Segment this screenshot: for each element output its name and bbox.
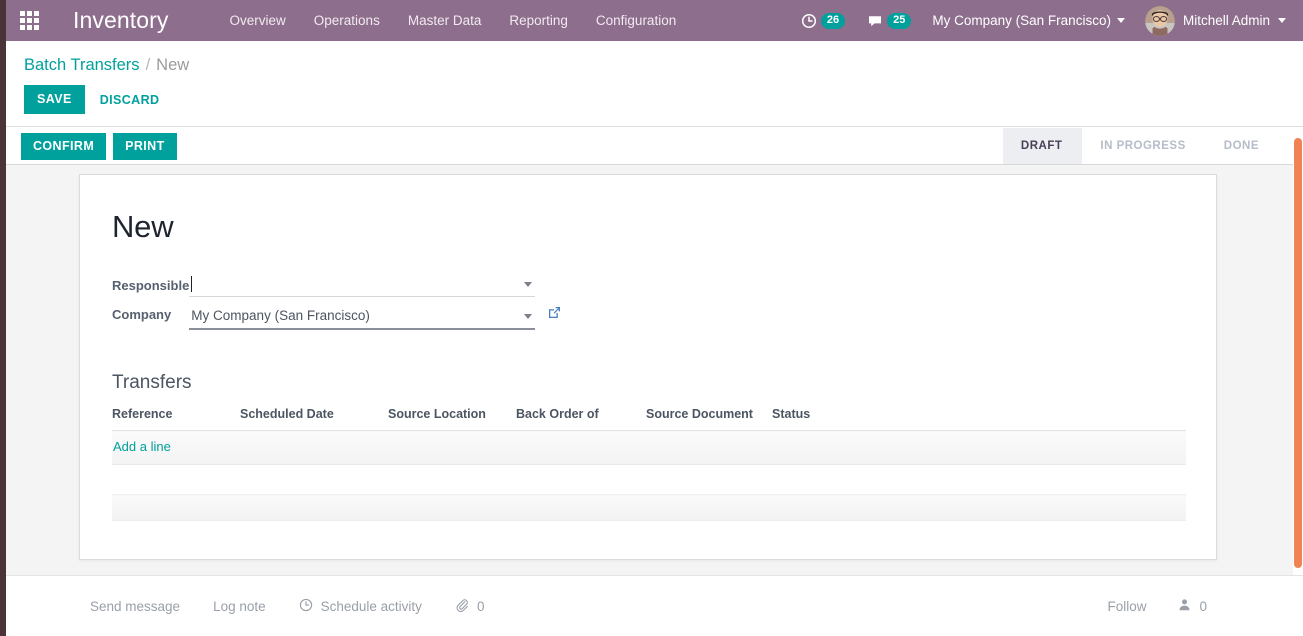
confirm-button[interactable]: CONFIRM: [21, 132, 107, 160]
paperclip-icon: [455, 598, 471, 614]
column-header-scheduled-date[interactable]: Scheduled Date: [240, 407, 388, 431]
save-button[interactable]: SAVE: [24, 85, 85, 114]
clock-icon: [299, 598, 315, 614]
menu-item-overview[interactable]: Overview: [216, 0, 300, 41]
app-brand-title[interactable]: Inventory: [73, 0, 169, 41]
send-message-button[interactable]: Send message: [90, 599, 180, 614]
text-cursor: [191, 276, 193, 292]
apps-menu-button[interactable]: [11, 0, 47, 41]
message-count-badge: 25: [887, 12, 912, 29]
transfers-section-title: Transfers: [112, 372, 192, 393]
followers-count: 0: [1199, 598, 1207, 614]
menu-item-reporting[interactable]: Reporting: [495, 0, 582, 41]
table-spacer-row: [112, 464, 1186, 495]
chevron-down-icon: [1116, 18, 1125, 23]
form-view-scroll-area: New Responsible Company My Company (San …: [6, 165, 1303, 575]
attachment-count: 0: [476, 598, 485, 614]
responsible-input[interactable]: [189, 273, 536, 296]
external-link-icon[interactable]: [547, 305, 562, 325]
breadcrumb: Batch Transfers / New: [6, 41, 1303, 75]
schedule-activity-label: Schedule activity: [320, 598, 422, 614]
chevron-down-icon[interactable]: [524, 314, 533, 319]
breadcrumb-current: New: [156, 56, 190, 74]
add-a-line-link[interactable]: Add a line: [112, 439, 171, 454]
form-fields: Responsible Company: [112, 271, 562, 330]
chatter-actions: Send message Log note Schedule activity …: [6, 598, 484, 614]
left-edge-rail: [0, 0, 6, 636]
company-label: Company: [112, 307, 172, 322]
status-stages: DRAFT IN PROGRESS DONE: [1002, 128, 1303, 164]
menu-item-operations[interactable]: Operations: [300, 0, 394, 41]
menu-item-configuration[interactable]: Configuration: [582, 0, 690, 41]
log-note-button[interactable]: Log note: [213, 599, 266, 614]
page-title: New: [112, 209, 174, 244]
attachments-button[interactable]: 0: [455, 598, 485, 614]
main-menu: Overview Operations Master Data Reportin…: [216, 0, 691, 41]
transfers-table: Reference Scheduled Date Source Location…: [112, 407, 1186, 521]
status-stage-done-label: DONE: [1223, 140, 1259, 152]
add-a-line-row[interactable]: Add a line: [112, 430, 1186, 465]
menu-item-master-data[interactable]: Master Data: [394, 0, 496, 41]
company-input[interactable]: [189, 305, 536, 328]
company-switcher[interactable]: My Company (San Francisco): [922, 0, 1131, 41]
column-header-back-order-of[interactable]: Back Order of: [516, 407, 646, 431]
transfers-table-header-row: Reference Scheduled Date Source Location…: [112, 407, 1186, 431]
chatter-follow-area: Follow 0: [1107, 598, 1303, 614]
company-switcher-label: My Company (San Francisco): [932, 13, 1111, 28]
schedule-activity-button[interactable]: Schedule activity: [299, 598, 422, 614]
transfers-table-body: Add a line: [112, 430, 1186, 521]
discard-button[interactable]: DISCARD: [96, 86, 164, 114]
messaging-menu-button[interactable]: 25: [856, 0, 922, 41]
breadcrumb-parent-link[interactable]: Batch Transfers: [24, 55, 140, 75]
status-stage-in-progress-label: IN PROGRESS: [1100, 140, 1186, 152]
log-note-label: Log note: [213, 598, 266, 614]
activity-count-badge: 26: [820, 12, 846, 29]
responsible-label: Responsible: [112, 277, 190, 293]
statusbar-row: CONFIRM PRINT DRAFT IN PROGRESS DONE: [6, 128, 1303, 165]
status-stage-draft[interactable]: DRAFT: [1002, 128, 1094, 164]
chevron-down-icon[interactable]: [524, 282, 533, 287]
column-header-reference[interactable]: Reference: [112, 407, 240, 431]
column-header-source-location[interactable]: Source Location: [388, 407, 516, 431]
clock-icon: [801, 13, 817, 29]
field-row-company: Company: [112, 299, 562, 330]
send-message-label: Send message: [90, 598, 181, 614]
column-header-status[interactable]: Status: [772, 407, 1186, 431]
control-panel: Batch Transfers / New SAVE DISCARD: [6, 41, 1303, 127]
followers-button[interactable]: 0: [1178, 598, 1207, 614]
table-placeholder-row: [112, 494, 1186, 521]
column-header-source-document[interactable]: Source Document: [646, 407, 772, 431]
apps-grid-icon: [19, 11, 39, 30]
activities-menu-button[interactable]: 26: [790, 0, 856, 41]
status-stage-done[interactable]: DONE: [1205, 128, 1269, 164]
action-buttons: CONFIRM PRINT: [6, 132, 177, 160]
company-field-wrapper[interactable]: [189, 305, 536, 330]
print-button[interactable]: PRINT: [113, 132, 177, 160]
user-menu[interactable]: Mitchell Admin: [1131, 0, 1290, 41]
user-menu-label: Mitchell Admin: [1182, 13, 1270, 28]
user-icon: [1178, 598, 1194, 614]
form-sheet: New Responsible Company My Company (San …: [79, 174, 1217, 560]
breadcrumb-separator: /: [145, 56, 151, 74]
chatter: Send message Log note Schedule activity …: [6, 575, 1303, 636]
speech-bubble-icon: [867, 13, 883, 29]
chevron-down-icon: [1278, 18, 1286, 23]
avatar: [1144, 5, 1175, 36]
responsible-field-wrapper[interactable]: [189, 273, 536, 297]
save-discard-row: SAVE DISCARD: [6, 75, 1303, 114]
status-stage-in-progress[interactable]: IN PROGRESS: [1082, 128, 1217, 164]
status-stage-draft-label: DRAFT: [1020, 140, 1063, 152]
top-navbar: Inventory Overview Operations Master Dat…: [0, 0, 1303, 41]
follow-button[interactable]: Follow: [1107, 599, 1146, 614]
vertical-scrollbar-thumb[interactable]: [1294, 138, 1302, 568]
systray: 26 25 My Company (San Francisco) Mitchel…: [790, 0, 1303, 41]
field-row-responsible: Responsible: [112, 271, 562, 299]
